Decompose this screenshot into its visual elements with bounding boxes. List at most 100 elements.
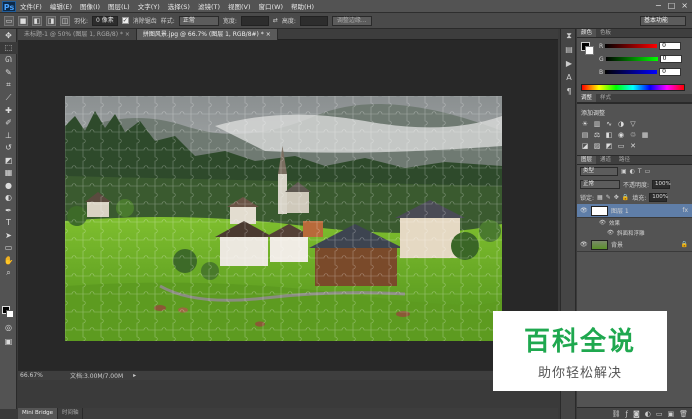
close-icon[interactable]: × bbox=[681, 1, 688, 10]
antialias-checkbox[interactable]: ✓ bbox=[121, 17, 129, 24]
clone-stamp-icon[interactable]: ⊥ bbox=[0, 129, 17, 142]
blur-tool-icon[interactable]: ● bbox=[0, 179, 17, 192]
menu-help[interactable]: 帮助(H) bbox=[287, 1, 318, 11]
lasso-tool-icon[interactable]: ᘏ bbox=[0, 54, 17, 67]
paragraph-panel-icon[interactable]: ¶ bbox=[562, 87, 576, 99]
color-lookup-icon[interactable]: ▦ bbox=[641, 131, 649, 139]
adjustment-layer-icon[interactable]: ◐ bbox=[645, 410, 651, 418]
fx-badge[interactable]: fx bbox=[682, 207, 688, 214]
type-tool-icon[interactable]: T bbox=[0, 217, 17, 230]
red-value[interactable]: 0 bbox=[659, 42, 682, 50]
color-spectrum-bar[interactable] bbox=[581, 84, 685, 91]
layer-row-1[interactable]: 👁 图层 1 fx bbox=[577, 204, 692, 218]
channel-mixer-icon[interactable]: ♲ bbox=[629, 131, 637, 139]
brush-tool-icon[interactable]: ✐ bbox=[0, 117, 17, 130]
eye-icon[interactable]: 👁 bbox=[599, 220, 606, 226]
filter-type-icon[interactable]: T bbox=[638, 168, 642, 175]
dodge-tool-icon[interactable]: ◐ bbox=[0, 192, 17, 205]
layer-name[interactable]: 背景 bbox=[611, 240, 623, 249]
menu-select[interactable]: 选择(S) bbox=[164, 1, 194, 11]
intersect-selection-icon[interactable]: ◫ bbox=[60, 15, 70, 26]
blue-value[interactable]: 0 bbox=[659, 68, 682, 76]
status-arrow-icon[interactable]: ▸ bbox=[133, 372, 136, 379]
canvas-area[interactable] bbox=[18, 40, 558, 370]
menu-type[interactable]: 文字(Y) bbox=[134, 1, 164, 11]
path-select-icon[interactable]: ➤ bbox=[0, 229, 17, 242]
marquee-tool-preset-icon[interactable]: ▭ bbox=[4, 15, 14, 26]
quick-mask-icon[interactable]: ◎ bbox=[0, 321, 17, 334]
shape-tool-icon[interactable]: ▭ bbox=[0, 242, 17, 255]
vibrance-icon[interactable]: ▽ bbox=[629, 120, 637, 128]
menu-file[interactable]: 文件(F) bbox=[16, 1, 46, 11]
fill-input[interactable]: 100% bbox=[649, 193, 668, 202]
link-layers-icon[interactable]: ⛓ bbox=[612, 410, 621, 418]
background-color-swatch[interactable] bbox=[6, 310, 14, 318]
green-slider[interactable] bbox=[605, 57, 658, 61]
gradient-map-icon[interactable]: ▭ bbox=[617, 142, 625, 150]
lock-image-icon[interactable]: ✎ bbox=[606, 194, 611, 201]
green-value[interactable]: 0 bbox=[659, 55, 682, 63]
move-tool-icon[interactable]: ✥ bbox=[0, 29, 17, 42]
layer-row-background[interactable]: 👁 背景 🔒 bbox=[577, 238, 692, 252]
eye-icon[interactable]: 👁 bbox=[580, 207, 588, 214]
zoom-level[interactable]: 66.67% bbox=[20, 372, 43, 379]
brightness-icon[interactable]: ☀ bbox=[581, 120, 589, 128]
tab-paths[interactable]: 路径 bbox=[615, 156, 634, 164]
tab-mini-bridge[interactable]: Mini Bridge bbox=[18, 408, 58, 419]
exposure-icon[interactable]: ◑ bbox=[617, 120, 625, 128]
photo-filter-icon[interactable]: ◉ bbox=[617, 131, 625, 139]
layer-mask-icon[interactable]: ◙ bbox=[633, 410, 640, 418]
eraser-tool-icon[interactable]: ◩ bbox=[0, 154, 17, 167]
properties-panel-icon[interactable]: ▤ bbox=[562, 45, 576, 57]
screen-mode-icon[interactable]: ▣ bbox=[0, 335, 17, 348]
blue-slider[interactable] bbox=[605, 70, 658, 74]
marquee-tool-icon[interactable]: ⬚ bbox=[0, 41, 17, 54]
selective-color-icon[interactable]: ✕ bbox=[629, 142, 637, 150]
color-background-swatch[interactable] bbox=[585, 46, 594, 55]
lock-transparent-icon[interactable]: ▦ bbox=[597, 194, 603, 201]
filter-pixel-icon[interactable]: ▣ bbox=[621, 168, 627, 175]
blend-mode-select[interactable]: 正常 bbox=[580, 180, 620, 189]
group-icon[interactable]: ▭ bbox=[656, 410, 663, 418]
actions-panel-icon[interactable]: ▶ bbox=[562, 59, 576, 71]
bevel-emboss-label[interactable]: 斜面和浮雕 bbox=[617, 229, 645, 237]
tab-color[interactable]: 颜色 bbox=[577, 29, 597, 37]
filter-adjust-icon[interactable]: ◐ bbox=[630, 168, 635, 175]
document-image[interactable] bbox=[65, 96, 502, 341]
workspace-select[interactable]: 基本功能 bbox=[640, 16, 686, 26]
posterize-icon[interactable]: ▨ bbox=[593, 142, 601, 150]
trash-icon[interactable]: 🗑 bbox=[679, 410, 688, 418]
crop-tool-icon[interactable]: ⌗ bbox=[0, 79, 17, 92]
character-panel-icon[interactable]: A bbox=[562, 73, 576, 85]
tab-adjustments[interactable]: 调整 bbox=[577, 94, 597, 102]
layer-name[interactable]: 图层 1 bbox=[611, 206, 629, 215]
eyedropper-tool-icon[interactable]: ⟋ bbox=[0, 92, 17, 105]
new-layer-icon[interactable]: ▣ bbox=[667, 410, 674, 418]
menu-image[interactable]: 图像(I) bbox=[76, 1, 104, 11]
lock-all-icon[interactable]: 🔒 bbox=[622, 194, 629, 201]
curves-icon[interactable]: ∿ bbox=[605, 120, 613, 128]
healing-brush-icon[interactable]: ✚ bbox=[0, 104, 17, 117]
new-selection-icon[interactable]: ■ bbox=[18, 15, 28, 26]
lock-position-icon[interactable]: ✥ bbox=[614, 194, 619, 201]
quick-select-tool-icon[interactable]: ✎ bbox=[0, 67, 17, 80]
menu-filter[interactable]: 滤镜(T) bbox=[194, 1, 224, 11]
opacity-input[interactable]: 100% bbox=[652, 180, 671, 189]
red-slider[interactable] bbox=[605, 44, 658, 48]
refine-edge-button[interactable]: 调整边缘... bbox=[331, 15, 372, 26]
maximize-icon[interactable]: □ bbox=[668, 1, 676, 10]
minimize-icon[interactable]: − bbox=[655, 1, 662, 10]
tab-layers[interactable]: 图层 bbox=[577, 156, 597, 164]
add-selection-icon[interactable]: ◧ bbox=[32, 15, 42, 26]
feather-input[interactable]: 0 像素 bbox=[92, 15, 118, 26]
menu-window[interactable]: 窗口(W) bbox=[255, 1, 288, 11]
swap-icon[interactable]: ⇄ bbox=[273, 17, 278, 24]
menu-view[interactable]: 视图(V) bbox=[224, 1, 255, 11]
pen-tool-icon[interactable]: ✒ bbox=[0, 204, 17, 217]
gradient-tool-icon[interactable]: ▦ bbox=[0, 167, 17, 180]
tab-swatches[interactable]: 色板 bbox=[596, 29, 615, 37]
history-panel-icon[interactable]: ⧗ bbox=[562, 31, 576, 43]
threshold-icon[interactable]: ◩ bbox=[605, 142, 613, 150]
invert-icon[interactable]: ◪ bbox=[581, 142, 589, 150]
history-brush-icon[interactable]: ↺ bbox=[0, 142, 17, 155]
